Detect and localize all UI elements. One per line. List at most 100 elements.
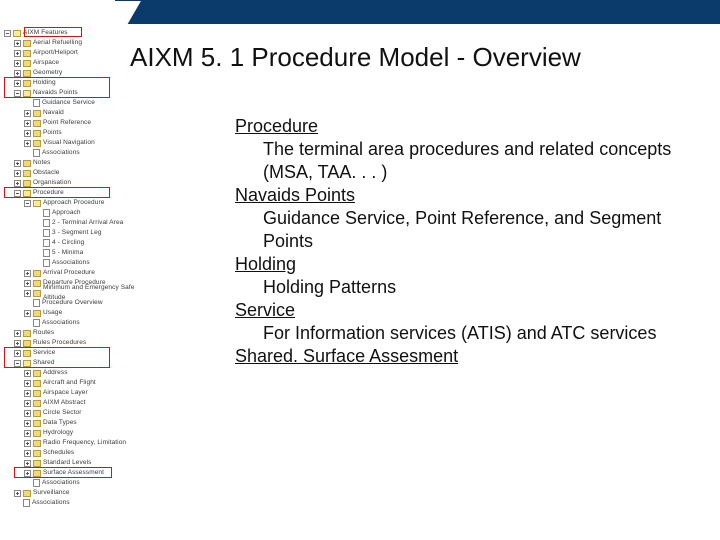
tree-node-label: 2 - Terminal Arrival Area bbox=[52, 218, 123, 228]
tree-node[interactable]: Airspace bbox=[4, 58, 144, 68]
tree-node[interactable]: Guidance Service bbox=[4, 98, 144, 108]
expand-icon[interactable] bbox=[24, 420, 31, 427]
tree-node[interactable]: Points bbox=[4, 128, 144, 138]
tree-node[interactable]: 2 - Terminal Arrival Area bbox=[4, 218, 144, 228]
tree-node[interactable]: Holding bbox=[4, 78, 144, 88]
tree-node[interactable]: Arrival Procedure bbox=[4, 268, 144, 278]
expand-icon[interactable] bbox=[14, 340, 21, 347]
expand-icon[interactable] bbox=[24, 390, 31, 397]
tree-node[interactable]: AIXM Abstract bbox=[4, 398, 144, 408]
tree-node[interactable]: Usage bbox=[4, 308, 144, 318]
tree-node[interactable]: Approach bbox=[4, 208, 144, 218]
tree-node[interactable]: Associations bbox=[4, 148, 144, 158]
tree-node[interactable]: Aircraft and Flight bbox=[4, 378, 144, 388]
tree-node[interactable]: AIXM Features bbox=[4, 28, 144, 38]
spacer-icon bbox=[34, 210, 41, 217]
tree-node-label: Routes bbox=[33, 328, 54, 338]
collapse-icon[interactable] bbox=[24, 200, 31, 207]
tree-node[interactable]: Navaids Points bbox=[4, 88, 144, 98]
tree-node-label: Surface Assessment bbox=[43, 468, 104, 478]
tree-node-label: Approach bbox=[52, 208, 81, 218]
expand-icon[interactable] bbox=[14, 490, 21, 497]
folder-icon bbox=[23, 190, 31, 197]
collapse-icon[interactable] bbox=[14, 190, 21, 197]
tree-node[interactable]: 3 - Segment Leg bbox=[4, 228, 144, 238]
tree-node[interactable]: Airport/Heliport bbox=[4, 48, 144, 58]
section-desc: Guidance Service, Point Reference, and S… bbox=[235, 207, 700, 253]
tree-node[interactable]: Radio Frequency, Limitation bbox=[4, 438, 144, 448]
expand-icon[interactable] bbox=[14, 330, 21, 337]
tree-node[interactable]: Surveillance bbox=[4, 488, 144, 498]
expand-icon[interactable] bbox=[24, 120, 31, 127]
tree-node[interactable]: Notes bbox=[4, 158, 144, 168]
expand-icon[interactable] bbox=[24, 400, 31, 407]
folder-icon bbox=[23, 330, 31, 337]
expand-icon[interactable] bbox=[14, 70, 21, 77]
tree-node[interactable]: 4 - Circling bbox=[4, 238, 144, 248]
tree-node[interactable]: Service bbox=[4, 348, 144, 358]
tree-node-label: Visual Navigation bbox=[43, 138, 95, 148]
tree-node[interactable]: Circle Sector bbox=[4, 408, 144, 418]
tree-node[interactable]: Rules Procedures bbox=[4, 338, 144, 348]
folder-icon bbox=[23, 180, 31, 187]
tree-node[interactable]: Associations bbox=[4, 318, 144, 328]
tree-node[interactable]: Standard Levels bbox=[4, 458, 144, 468]
expand-icon[interactable] bbox=[24, 460, 31, 467]
expand-icon[interactable] bbox=[24, 130, 31, 137]
expand-icon[interactable] bbox=[24, 470, 31, 477]
expand-icon[interactable] bbox=[14, 80, 21, 87]
tree-node[interactable]: 5 - Minima bbox=[4, 248, 144, 258]
tree-node-label: Aerial Refuelling bbox=[33, 38, 82, 48]
expand-icon[interactable] bbox=[24, 380, 31, 387]
tree-node[interactable]: Geometry bbox=[4, 68, 144, 78]
tree-node[interactable]: Address bbox=[4, 368, 144, 378]
tree-node[interactable]: Minimum and Emergency Safe Altitude bbox=[4, 288, 144, 298]
expand-icon[interactable] bbox=[24, 370, 31, 377]
tree-node[interactable]: Navaid bbox=[4, 108, 144, 118]
expand-icon[interactable] bbox=[14, 60, 21, 67]
expand-icon[interactable] bbox=[14, 170, 21, 177]
tree-node[interactable]: Associations bbox=[4, 478, 144, 488]
collapse-icon[interactable] bbox=[14, 90, 21, 97]
expand-icon[interactable] bbox=[14, 180, 21, 187]
collapse-icon[interactable] bbox=[4, 30, 11, 37]
tree-node[interactable]: Surface Assessment bbox=[4, 468, 144, 478]
tree-node[interactable]: Organisation bbox=[4, 178, 144, 188]
expand-icon[interactable] bbox=[14, 50, 21, 57]
tree-node[interactable]: Approach Procedure bbox=[4, 198, 144, 208]
expand-icon[interactable] bbox=[24, 430, 31, 437]
expand-icon[interactable] bbox=[14, 40, 21, 47]
collapse-icon[interactable] bbox=[14, 360, 21, 367]
tree-node[interactable]: Procedure bbox=[4, 188, 144, 198]
folder-icon bbox=[13, 30, 21, 37]
tree-node[interactable]: Data Types bbox=[4, 418, 144, 428]
expand-icon[interactable] bbox=[24, 290, 31, 297]
tree-node[interactable]: Hydrology bbox=[4, 428, 144, 438]
tree-node[interactable]: Obstacle bbox=[4, 168, 144, 178]
expand-icon[interactable] bbox=[24, 280, 31, 287]
expand-icon[interactable] bbox=[14, 160, 21, 167]
tree-node[interactable]: Routes bbox=[4, 328, 144, 338]
expand-icon[interactable] bbox=[24, 440, 31, 447]
expand-icon[interactable] bbox=[24, 410, 31, 417]
expand-icon[interactable] bbox=[24, 450, 31, 457]
tree-node[interactable]: Shared bbox=[4, 358, 144, 368]
folder-icon bbox=[33, 450, 41, 457]
tree-node[interactable]: Airspace Layer bbox=[4, 388, 144, 398]
expand-icon[interactable] bbox=[24, 140, 31, 147]
tree-node[interactable]: Associations bbox=[4, 258, 144, 268]
expand-icon[interactable] bbox=[24, 310, 31, 317]
tree-node[interactable]: Visual Navigation bbox=[4, 138, 144, 148]
expand-icon[interactable] bbox=[24, 110, 31, 117]
tree-node[interactable]: Associations bbox=[4, 498, 144, 508]
header-bar bbox=[0, 0, 720, 24]
tree-node[interactable]: Procedure Overview bbox=[4, 298, 144, 308]
tree-node-label: Hydrology bbox=[43, 428, 73, 438]
tree-node[interactable]: Aerial Refuelling bbox=[4, 38, 144, 48]
page-icon bbox=[43, 239, 50, 247]
expand-icon[interactable] bbox=[24, 270, 31, 277]
tree-node[interactable]: Point Reference bbox=[4, 118, 144, 128]
tree-node[interactable]: Schedules bbox=[4, 448, 144, 458]
expand-icon[interactable] bbox=[14, 350, 21, 357]
tree-node-label: Approach Procedure bbox=[43, 198, 104, 208]
